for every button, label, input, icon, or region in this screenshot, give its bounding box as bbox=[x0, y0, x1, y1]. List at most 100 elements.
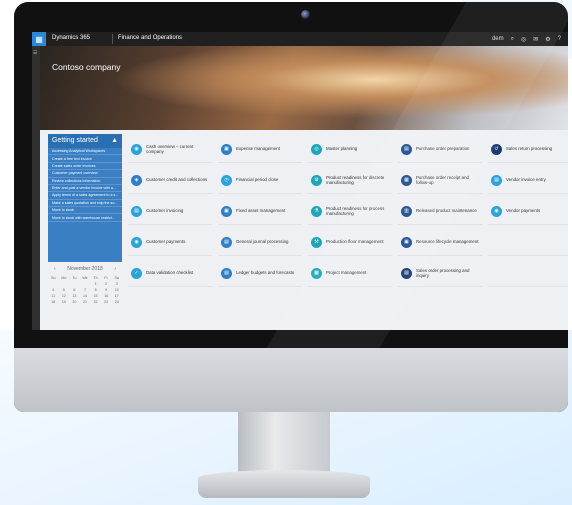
chevron-left-icon[interactable]: ‹ bbox=[54, 266, 56, 272]
workspace-tile[interactable]: ▤ Purchase order preparation bbox=[398, 136, 482, 163]
calendar-day[interactable]: 5 bbox=[59, 288, 70, 292]
calendar-day[interactable]: 15 bbox=[90, 294, 101, 298]
workspace-tile-label: Customer payments bbox=[146, 239, 186, 245]
calendar-weekday: Mo bbox=[61, 276, 67, 280]
getting-started-item[interactable]: Move to stock with warehouse restrict... bbox=[48, 214, 122, 222]
calendar-day[interactable]: 9 bbox=[101, 288, 112, 292]
calendar-day[interactable]: 4 bbox=[48, 288, 59, 292]
help-icon[interactable]: ? bbox=[558, 36, 561, 42]
app-launcher-icon[interactable]: ▦ bbox=[32, 32, 46, 46]
gear-icon[interactable]: ⚙ bbox=[545, 36, 550, 43]
workspace-tile-label: Master planning bbox=[326, 146, 358, 152]
calendar-day[interactable]: 12 bbox=[59, 294, 70, 298]
workspace-icon: ▣ bbox=[401, 236, 412, 248]
getting-started-header[interactable]: Getting started ▲ bbox=[48, 134, 122, 148]
workspace-tile-label: Sales return processing bbox=[506, 146, 553, 152]
calendar-grid: Su Mo Tu We Th Fr Sa 1 2 3 4 5 6 7 8 9 10 11 12 13 14 15 16 17 1… bbox=[48, 276, 122, 304]
calendar-day[interactable]: 23 bbox=[101, 300, 112, 304]
getting-started-item[interactable]: Create sales order invoices bbox=[48, 163, 122, 171]
chevron-right-icon[interactable]: › bbox=[114, 266, 116, 272]
workspace-tile-label: Sales order processing and inquiry bbox=[416, 267, 470, 278]
navbar-divider bbox=[112, 34, 113, 44]
calendar-day[interactable]: 17 bbox=[111, 294, 122, 298]
calendar-day[interactable]: 19 bbox=[59, 300, 70, 304]
getting-started-item[interactable]: Make a sales quotation and ship the so..… bbox=[48, 200, 122, 207]
calendar-day[interactable]: 7 bbox=[80, 288, 91, 292]
workspace-tile[interactable]: ▤ Vendor invoice entry bbox=[488, 167, 568, 194]
getting-started-item[interactable]: Enter and post a vendor invoice with a..… bbox=[48, 185, 122, 193]
calendar-day[interactable]: 18 bbox=[48, 300, 59, 304]
brand-menu[interactable]: Dynamics 365 bbox=[52, 35, 90, 41]
chevron-up-icon[interactable]: ▲ bbox=[111, 137, 118, 145]
workspace-tile[interactable]: ◈ Customer credit and collections bbox=[128, 167, 212, 194]
workspace-icon: ⚙ bbox=[311, 174, 322, 186]
calendar-day[interactable]: 2 bbox=[101, 282, 112, 286]
monitor-chin bbox=[14, 348, 568, 412]
calendar-day[interactable]: 16 bbox=[101, 294, 112, 298]
workspace-tile[interactable]: ◉ Customer payments bbox=[128, 229, 212, 256]
workspace-tile[interactable]: ▣ Resource lifecycle management bbox=[398, 229, 482, 256]
workspace-tile[interactable]: ▦ Project management bbox=[308, 260, 392, 287]
calendar-day[interactable]: 11 bbox=[48, 294, 59, 298]
workspace-tile[interactable]: ⚙ Product readiness for discrete manufact… bbox=[308, 167, 392, 194]
workspace-tile[interactable]: ⚗ Product readiness for process manufactu… bbox=[308, 198, 392, 225]
workspace-tile-label: Ledger budgets and forecasts bbox=[236, 270, 295, 276]
workspace-tile[interactable]: ◷ Financial period close bbox=[218, 167, 302, 194]
company-picker[interactable]: dem bbox=[492, 36, 504, 42]
workspace-tile[interactable]: ▤ General journal processing bbox=[218, 229, 302, 256]
workspace-tile[interactable]: ⚒ Production floor management bbox=[308, 229, 392, 256]
workspace-icon: ✓ bbox=[131, 267, 142, 279]
workspace-icon: ▣ bbox=[221, 143, 232, 155]
workspace-tile[interactable]: ▤ Ledger budgets and forecasts bbox=[218, 260, 302, 287]
workspace-icon: ◉ bbox=[491, 205, 502, 217]
workspace-tile-label: Customer credit and collections bbox=[146, 177, 208, 183]
workspace-tile[interactable]: ▤ Sales order processing and inquiry bbox=[398, 260, 482, 287]
workspace-tile[interactable]: ▣ Expense management bbox=[218, 136, 302, 163]
module-name[interactable]: Finance and Operations bbox=[118, 35, 182, 41]
workspace-tile[interactable]: ✓ Data validation checklist bbox=[128, 260, 212, 287]
getting-started-item[interactable]: Create a free text invoice bbox=[48, 155, 122, 163]
calendar-day[interactable]: 14 bbox=[80, 294, 91, 298]
monitor: ▦ Dynamics 365 Finance and Operations de… bbox=[14, 2, 568, 412]
getting-started-item[interactable]: Apply terms of a sales agreement to a s.… bbox=[48, 192, 122, 200]
calendar-day[interactable]: 6 bbox=[69, 288, 80, 292]
calendar-day bbox=[80, 282, 91, 286]
calendar-day[interactable]: 1 bbox=[90, 282, 101, 286]
workspace-icon: ⚒ bbox=[311, 236, 322, 248]
getting-started-item[interactable]: Customer payment overview bbox=[48, 170, 122, 178]
calendar-header: ‹ November 2018 › bbox=[48, 266, 122, 272]
calendar-day[interactable]: 21 bbox=[80, 300, 91, 304]
workspace-tile[interactable]: ▤ Customer invoicing bbox=[128, 198, 212, 225]
workspace-tile[interactable]: ▣ Fixed asset management bbox=[218, 198, 302, 225]
workspace-tile[interactable]: ◉ Vendor payments bbox=[488, 198, 568, 225]
message-icon[interactable]: ✉ bbox=[533, 36, 538, 43]
getting-started-item[interactable]: Accessing Analytical Workspaces bbox=[48, 148, 122, 156]
workspace-icon: ⚗ bbox=[311, 205, 322, 217]
workspace-tile-empty bbox=[488, 260, 568, 287]
calendar-day[interactable]: 10 bbox=[111, 288, 122, 292]
company-title: Contoso company bbox=[52, 62, 121, 72]
camera-icon bbox=[301, 10, 310, 19]
calendar-weekday: Sa bbox=[114, 276, 119, 280]
workspace-tile[interactable]: ▦ Purchase order receipt and follow-up bbox=[398, 167, 482, 194]
app-screen: ▦ Dynamics 365 Finance and Operations de… bbox=[32, 32, 568, 330]
getting-started-item[interactable]: Review collections information bbox=[48, 178, 122, 185]
calendar-day[interactable]: 24 bbox=[111, 300, 122, 304]
calendar-day[interactable]: 3 bbox=[111, 282, 122, 286]
workspace-tile[interactable]: ↺ Sales return processing bbox=[488, 136, 568, 163]
getting-started-item[interactable]: Move to stock bbox=[48, 207, 122, 215]
workspace-tile[interactable]: ◎ Master planning bbox=[308, 136, 392, 163]
workspace-tile-label: Product readiness for discrete manufactu… bbox=[326, 174, 385, 185]
calendar-day[interactable]: 13 bbox=[69, 294, 80, 298]
hamburger-icon[interactable]: ☰ bbox=[33, 50, 37, 56]
calendar-day[interactable]: 8 bbox=[90, 288, 101, 292]
workspace-tile[interactable]: ▥ Released product maintenance bbox=[398, 198, 482, 225]
notifications-icon[interactable]: ◎ bbox=[521, 36, 526, 43]
company-banner: Contoso company bbox=[40, 46, 568, 130]
top-navbar: ▦ Dynamics 365 Finance and Operations de… bbox=[32, 32, 568, 46]
workspace-icon: ▤ bbox=[221, 267, 232, 279]
workspace-tile[interactable]: ◉ Cash overview – current company bbox=[128, 136, 212, 163]
calendar-day[interactable]: 22 bbox=[90, 300, 101, 304]
search-icon[interactable]: ⌕ bbox=[511, 36, 514, 43]
calendar-day[interactable]: 20 bbox=[69, 300, 80, 304]
